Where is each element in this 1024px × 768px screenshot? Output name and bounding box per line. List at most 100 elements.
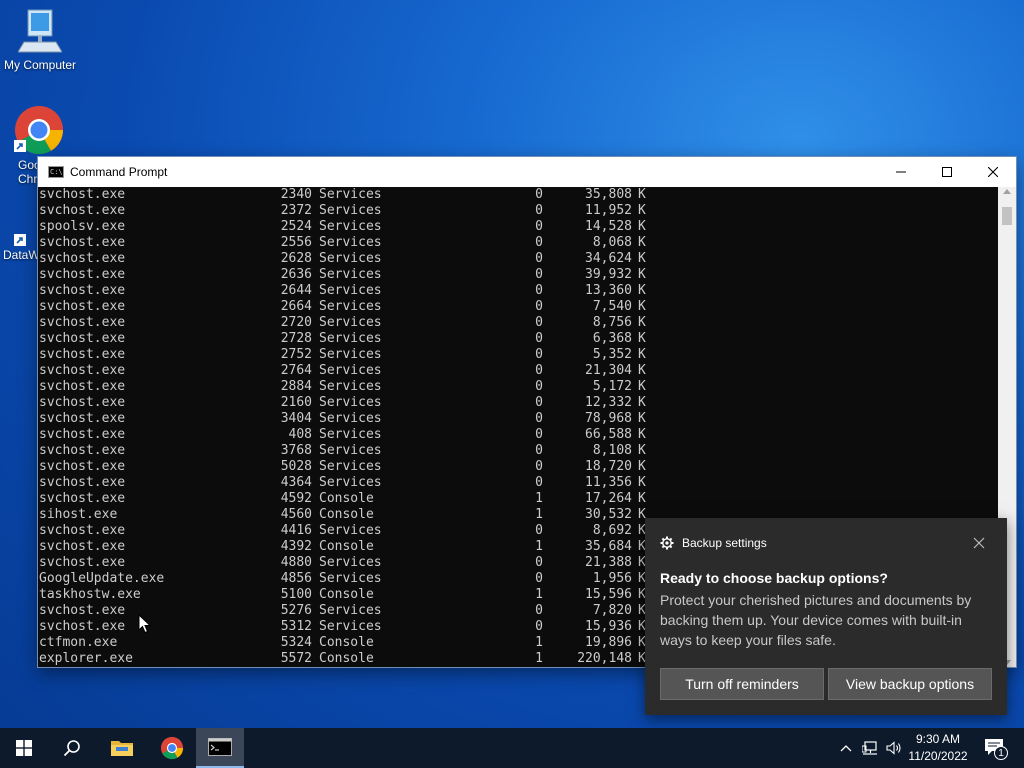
process-mem-usage: 17,264 — [585, 491, 632, 506]
process-session-name: Services — [319, 347, 382, 362]
search-icon — [63, 740, 80, 757]
process-row: svchost.exe 5028 Services 0 18,720 K — [38, 459, 998, 475]
process-session-number: 0 — [535, 283, 543, 298]
process-name: svchost.exe — [39, 491, 126, 506]
process-name: sihost.exe — [39, 507, 118, 522]
process-mem-unit: K — [638, 491, 646, 506]
taskbar-clock[interactable]: 9:30 AM 11/20/2022 — [906, 731, 970, 765]
process-pid: 2636 — [280, 267, 312, 282]
shortcut-arrow-icon — [14, 140, 26, 152]
process-pid: 5572 — [280, 651, 312, 666]
process-name: svchost.exe — [39, 283, 126, 298]
minimize-button[interactable] — [878, 157, 924, 187]
process-name: svchost.exe — [39, 251, 126, 266]
process-session-number: 0 — [535, 267, 543, 282]
process-session-number: 1 — [535, 651, 543, 666]
volume-icon — [886, 741, 901, 755]
process-mem-usage: 39,932 — [585, 267, 632, 282]
process-name: svchost.exe — [39, 523, 126, 538]
view-backup-options-button[interactable]: View backup options — [828, 668, 992, 700]
process-mem-usage: 1,956 — [592, 571, 632, 586]
process-name: taskhostw.exe — [39, 587, 141, 602]
process-row: svchost.exe 4364 Services 0 11,356 K — [38, 475, 998, 491]
process-session-name: Services — [319, 443, 382, 458]
process-pid: 4592 — [280, 491, 312, 506]
windows-logo-icon — [16, 740, 32, 756]
maximize-button[interactable] — [924, 157, 970, 187]
process-mem-usage: 35,684 — [585, 539, 632, 554]
process-mem-usage: 21,388 — [585, 555, 632, 570]
process-mem-usage: 5,352 — [592, 347, 632, 362]
process-session-number: 1 — [535, 491, 543, 506]
process-pid: 2728 — [280, 331, 312, 346]
process-mem-usage: 220,148 — [577, 651, 632, 666]
process-session-number: 0 — [535, 299, 543, 314]
minimize-icon — [896, 171, 906, 173]
process-mem-usage: 19,896 — [585, 635, 632, 650]
process-pid: 4416 — [280, 523, 312, 538]
process-session-number: 0 — [535, 619, 543, 634]
process-mem-usage: 15,596 — [585, 587, 632, 602]
process-pid: 2752 — [280, 347, 312, 362]
toast-close-button[interactable] — [973, 536, 987, 550]
process-pid: 4364 — [280, 475, 312, 490]
process-mem-unit: K — [638, 379, 646, 394]
taskbar-google-chrome[interactable] — [148, 728, 196, 768]
process-session-name: Console — [319, 651, 374, 666]
process-session-number: 0 — [535, 235, 543, 250]
process-session-name: Services — [319, 523, 382, 538]
process-mem-usage: 78,968 — [585, 411, 632, 426]
process-session-name: Services — [319, 395, 382, 410]
cmd-app-icon: C:\ — [48, 166, 64, 178]
scroll-up-icon[interactable] — [1003, 189, 1011, 194]
show-hidden-icons-button[interactable] — [838, 740, 854, 756]
cmd-icon — [208, 738, 232, 756]
desktop-icon-my-computer[interactable]: My Computer — [0, 8, 80, 72]
start-button[interactable] — [0, 728, 48, 768]
close-icon — [973, 537, 985, 549]
process-row: svchost.exe 408 Services 0 66,588 K — [38, 427, 998, 443]
network-tray-button[interactable] — [862, 740, 878, 756]
chevron-up-icon — [840, 745, 852, 752]
process-session-name: Services — [319, 459, 382, 474]
process-session-name: Services — [319, 203, 382, 218]
close-button[interactable] — [970, 157, 1016, 187]
process-row: spoolsv.exe 2524 Services 0 14,528 K — [38, 219, 998, 235]
turn-off-reminders-button[interactable]: Turn off reminders — [660, 668, 824, 700]
process-name: svchost.exe — [39, 203, 126, 218]
process-pid: 2644 — [280, 283, 312, 298]
taskbar-command-prompt[interactable] — [196, 728, 244, 768]
process-row: svchost.exe 2728 Services 0 6,368 K — [38, 331, 998, 347]
gear-icon — [660, 536, 674, 550]
process-row: svchost.exe 2372 Services 0 11,952 K — [38, 203, 998, 219]
process-name: explorer.exe — [39, 651, 133, 666]
process-mem-unit: K — [638, 347, 646, 362]
process-mem-usage: 11,952 — [585, 203, 632, 218]
process-pid: 3768 — [280, 443, 312, 458]
process-name: ctfmon.exe — [39, 635, 118, 650]
process-mem-usage: 21,304 — [585, 363, 632, 378]
process-row: svchost.exe 2884 Services 0 5,172 K — [38, 379, 998, 395]
process-name: spoolsv.exe — [39, 219, 126, 234]
search-button[interactable] — [48, 728, 96, 768]
process-session-number: 0 — [535, 347, 543, 362]
process-session-name: Services — [319, 251, 382, 266]
process-pid: 4392 — [280, 539, 312, 554]
process-mem-usage: 12,332 — [585, 395, 632, 410]
window-titlebar[interactable]: C:\ Command Prompt — [38, 157, 1016, 187]
process-session-number: 0 — [535, 203, 543, 218]
taskbar-file-explorer[interactable] — [98, 728, 146, 768]
process-session-name: Services — [319, 331, 382, 346]
process-row: svchost.exe 2340 Services 0 35,808 K — [38, 187, 998, 203]
backup-notification-toast[interactable]: Backup settings Ready to choose backup o… — [645, 518, 1007, 715]
scroll-thumb[interactable] — [1002, 207, 1012, 225]
process-session-number: 1 — [535, 507, 543, 522]
process-mem-unit: K — [638, 267, 646, 282]
action-center-button[interactable]: 1 — [980, 736, 1008, 760]
process-mem-usage: 35,808 — [585, 187, 632, 202]
process-pid: 4880 — [280, 555, 312, 570]
process-mem-unit: K — [638, 235, 646, 250]
process-session-number: 0 — [535, 571, 543, 586]
process-mem-unit: K — [638, 475, 646, 490]
volume-tray-button[interactable] — [886, 740, 902, 756]
